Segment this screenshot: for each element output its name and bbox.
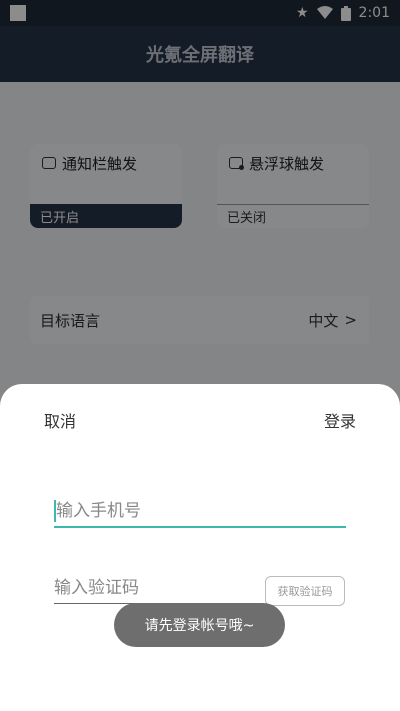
cancel-button[interactable]: 取消	[44, 408, 76, 432]
phone-field	[54, 496, 346, 528]
text-caret	[54, 500, 56, 522]
login-button[interactable]: 登录	[324, 408, 356, 432]
toast-message: 请先登录帐号哦~	[114, 603, 285, 647]
code-field	[54, 574, 246, 604]
get-code-button[interactable]: 获取验证码	[265, 576, 345, 606]
phone-input[interactable]	[54, 496, 346, 526]
login-bottom-sheet: 取消 登录 获取验证码 请先登录帐号哦~	[0, 384, 400, 711]
verification-code-input[interactable]	[54, 574, 246, 602]
